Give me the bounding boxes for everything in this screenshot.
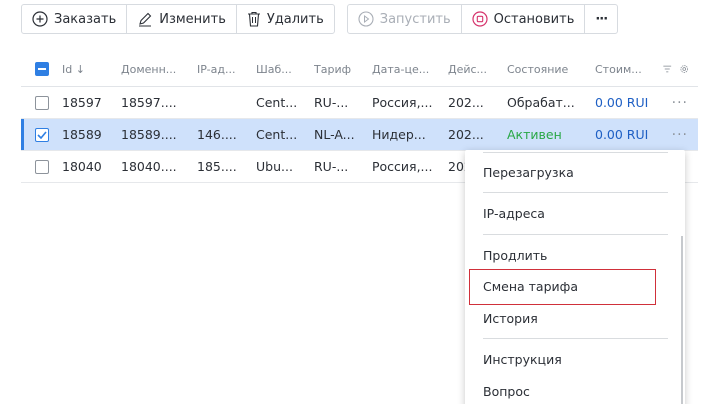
table-row-selected[interactable]: 18589 18589.... 146.... Cent... NL-A... … <box>21 119 698 151</box>
header-id[interactable]: Id ↓ <box>62 63 121 76</box>
row-checkbox-checked[interactable] <box>34 127 49 142</box>
filter-icon[interactable] <box>663 64 672 74</box>
cell-state: Активен <box>507 127 562 142</box>
cell-id: 18040 <box>62 159 102 174</box>
cell-template: Ubu... <box>256 159 293 174</box>
menu-divider <box>483 152 668 153</box>
menu-divider <box>483 338 668 339</box>
menu-divider <box>483 192 668 193</box>
cell-datacenter: Россия,... <box>372 159 433 174</box>
order-label: Заказать <box>54 11 117 27</box>
trash-icon <box>247 11 260 27</box>
cell-tariff: NL-A... <box>314 127 355 142</box>
gear-icon[interactable] <box>679 63 689 75</box>
cell-tariff: RU-... <box>314 159 349 174</box>
cell-datacenter: Нидер... <box>372 127 426 142</box>
row-checkbox[interactable] <box>34 159 49 174</box>
cell-id: 18597 <box>62 95 102 110</box>
row-menu-icon[interactable]: ··· <box>666 95 688 111</box>
row-menu-icon[interactable]: ··· <box>666 127 688 143</box>
header-domain[interactable]: Доменн... <box>121 63 197 76</box>
cell-domain: 18589.... <box>121 127 177 142</box>
toolbar: Заказать Изменить Удалить Запустить Оста… <box>21 4 619 34</box>
cell-action: 202... <box>448 127 484 142</box>
play-circle-icon <box>358 11 374 27</box>
cell-template: Cent... <box>256 95 298 110</box>
cell-datacenter: Россия,... <box>372 95 433 110</box>
menu-item-ip-addresses[interactable]: IP-адреса <box>483 206 545 221</box>
menu-item-question[interactable]: Вопрос <box>483 384 530 399</box>
table-row[interactable]: 18597 18597.... Cent... RU-... Россия,..… <box>21 87 698 119</box>
order-button[interactable]: Заказать <box>22 5 128 33</box>
menu-item-history[interactable]: История <box>483 311 538 326</box>
stop-button[interactable]: Остановить <box>462 5 586 33</box>
edit-button[interactable]: Изменить <box>127 5 237 33</box>
check-icon <box>36 130 47 139</box>
cell-state: Обрабат... <box>507 95 575 110</box>
cell-tariff: RU-... <box>314 95 349 110</box>
cell-cost: 0.00 RUI <box>595 127 649 142</box>
stop-label: Остановить <box>493 11 575 27</box>
menu-item-extend[interactable]: Продлить <box>483 248 547 263</box>
plus-circle-icon <box>32 11 48 27</box>
header-state[interactable]: Состояние <box>507 63 595 76</box>
highlight-annotation <box>469 269 656 305</box>
header-template[interactable]: Шаб... <box>256 63 314 76</box>
stop-circle-icon <box>472 11 488 27</box>
cell-cost: 0.00 RUI <box>595 95 649 110</box>
header-ip[interactable]: IP-ад... <box>197 63 256 76</box>
cell-domain: 18597.... <box>121 95 177 110</box>
power-group: Запустить Остановить ··· <box>346 4 619 34</box>
row-checkbox[interactable] <box>34 95 49 110</box>
start-button[interactable]: Запустить <box>348 5 462 33</box>
table-header: Id ↓ Доменн... IP-ад... Шаб... Тариф Дат… <box>21 52 698 87</box>
delete-label: Удалить <box>266 11 324 27</box>
header-datacenter[interactable]: Дата-це... <box>372 63 448 76</box>
pencil-icon <box>139 12 152 27</box>
header-cost[interactable]: Стоим... <box>595 63 661 76</box>
menu-item-reboot[interactable]: Перезагрузка <box>483 165 574 180</box>
cell-ip: 146.... <box>197 127 237 142</box>
cell-ip: 185.... <box>197 159 237 174</box>
header-tariff[interactable]: Тариф <box>314 63 372 76</box>
select-all-checkbox[interactable] <box>34 62 49 76</box>
edit-label: Изменить <box>159 11 226 27</box>
delete-button[interactable]: Удалить <box>237 5 334 33</box>
menu-divider <box>483 234 668 235</box>
select-all-cell <box>21 62 62 76</box>
sort-down-icon: ↓ <box>75 62 85 76</box>
header-tools <box>661 63 698 75</box>
more-icon: ··· <box>595 11 608 27</box>
cell-id: 18589 <box>62 127 102 142</box>
header-action[interactable]: Дейс... <box>448 63 507 76</box>
start-label: Запустить <box>379 11 451 27</box>
menu-item-instruction[interactable]: Инструкция <box>483 352 562 367</box>
cell-domain: 18040.... <box>121 159 177 174</box>
cell-action: 202... <box>448 95 484 110</box>
cell-template: Cent... <box>256 127 298 142</box>
more-button[interactable]: ··· <box>585 5 617 33</box>
menu-scrollbar[interactable] <box>681 236 683 404</box>
action-group: Заказать Изменить Удалить <box>21 4 335 34</box>
